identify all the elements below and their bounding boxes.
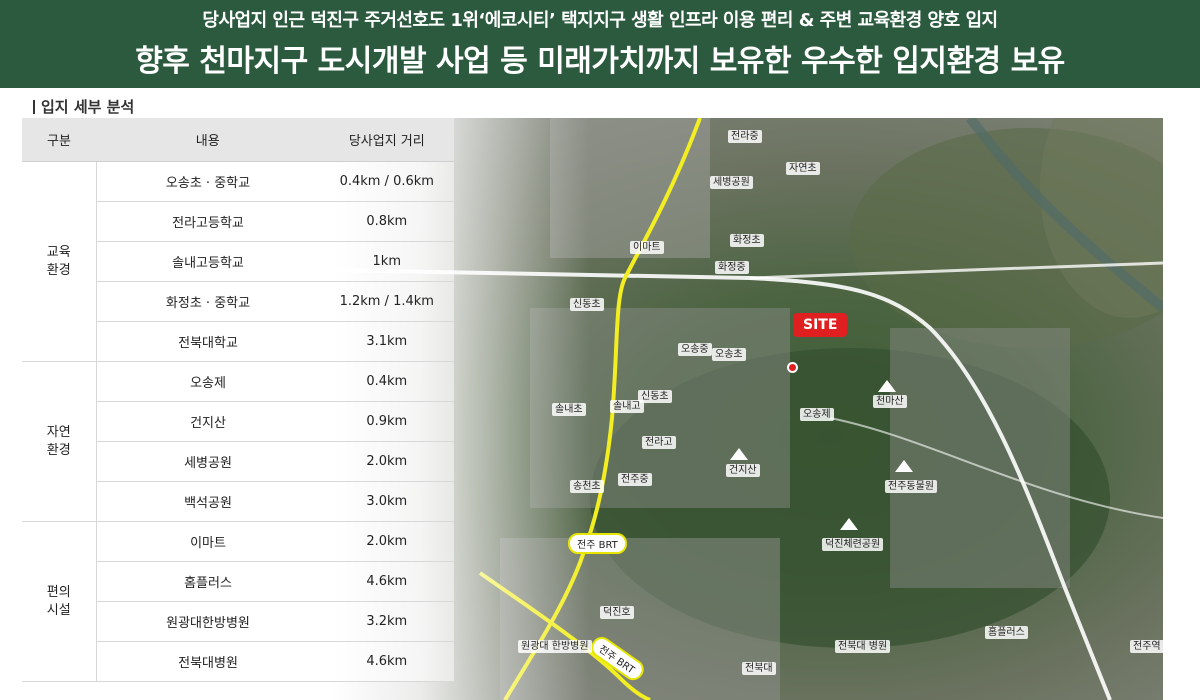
distance-cell: 4.6km (319, 561, 454, 602)
mountain-icon (895, 460, 913, 472)
map-label: 화정중 (715, 261, 749, 274)
map-label: 전북대 (742, 662, 776, 675)
map-label: 전주동물원 (885, 480, 937, 493)
content-cell: 원광대한방병원 (96, 601, 320, 642)
map-label: 전라중 (728, 130, 762, 143)
category-text: 자연 (46, 424, 71, 440)
header-content: 내용 (96, 118, 320, 162)
content-cell: 오송제 (96, 361, 320, 402)
table-row: 편의시설 이마트 2.0km (22, 521, 454, 682)
map-label: 이마트 (630, 241, 664, 254)
map-label: 전주중 (618, 473, 652, 486)
content-cell: 전북대학교 (96, 321, 320, 362)
content-cell: 홈플러스 (96, 561, 320, 602)
map-label: 오송중 (678, 343, 712, 356)
distance-cell: 1km (319, 241, 454, 282)
header-title: 향후 천마지구 도시개발 사업 등 미래가치까지 보유한 우수한 입지환경 보유 (135, 44, 1065, 79)
map-label: 덕진호 (600, 606, 634, 619)
distance-cell: 1.2km / 1.4km (319, 281, 454, 322)
brt-label: 전주 BRT (568, 533, 627, 554)
site-dot-icon (787, 362, 798, 373)
category-cell: 교육환경 (22, 161, 97, 362)
table-row: 자연환경 오송제 0.4km (22, 361, 454, 522)
map-label: 전라고 (642, 436, 676, 449)
map-label: 홈플러스 (985, 626, 1028, 639)
header-subtitle: 당사업지 인근 덕진구 주거선호도 1위‘에코시티’ 택지지구 생활 인프라 이… (202, 10, 998, 31)
map-label: 송천초 (570, 480, 604, 493)
section-title-text: 입지 세부 분석 (41, 98, 135, 116)
distance-cell: 4.6km (319, 641, 454, 682)
distance-cell: 3.1km (319, 321, 454, 362)
map-label: 오송제 (800, 408, 834, 421)
category-cell: 편의시설 (22, 521, 97, 682)
distance-cell: 2.0km (319, 521, 454, 562)
map-label: 세병공원 (710, 176, 753, 189)
distance-cell: 0.4km (319, 361, 454, 402)
map-label: 자연초 (786, 162, 820, 175)
mountain-icon (840, 518, 858, 530)
map-label: 솔내초 (552, 403, 586, 416)
content-cell: 화정초 · 중학교 (96, 281, 320, 322)
table-row: 교육환경 오송초 · 중학교 0.4km / 0.6km (22, 161, 454, 362)
site-marker: SITE (793, 313, 848, 337)
map-label: 오송초 (712, 348, 746, 361)
distance-cell: 0.4km / 0.6km (319, 161, 454, 202)
satellite-map: SITE 전주 BRT 전주 BRT 세병공원 화정초 화정중 이마트 자연초 … (330, 118, 1163, 700)
map-label: 천마산 (873, 395, 907, 408)
category-text: 시설 (46, 602, 71, 618)
header-distance: 당사업지 거리 (319, 118, 454, 162)
map-label: 신동초 (570, 298, 604, 311)
distance-cell: 2.0km (319, 441, 454, 482)
map-label: 전북대 병원 (835, 640, 891, 653)
map-label: 솔내고 (610, 400, 644, 413)
distance-cell: 3.0km (319, 481, 454, 522)
category-text: 환경 (46, 262, 71, 278)
map-label: 화정초 (730, 234, 764, 247)
table-header-row: 구분 내용 당사업지 거리 (22, 118, 454, 162)
content-cell: 전라고등학교 (96, 201, 320, 242)
mountain-icon (878, 380, 896, 392)
location-table: 구분 내용 당사업지 거리 교육환경 오송초 · 중학교 0.4km / 0.6… (22, 118, 454, 682)
header-banner: 당사업지 인근 덕진구 주거선호도 1위‘에코시티’ 택지지구 생활 인프라 이… (0, 0, 1200, 88)
map-label: 건지산 (726, 464, 760, 477)
title-bar-icon (33, 100, 35, 114)
category-text: 환경 (46, 442, 71, 458)
category-text: 편의 (46, 584, 71, 600)
map-label: 원광대 한방병원 (518, 640, 592, 653)
header-category: 구분 (22, 118, 96, 162)
content-cell: 세병공원 (96, 441, 320, 482)
content-cell: 오송초 · 중학교 (96, 161, 320, 202)
map-label: 덕진체련공원 (822, 538, 884, 551)
content-cell: 백석공원 (96, 481, 320, 522)
content-cell: 솔내고등학교 (96, 241, 320, 282)
content-cell: 전북대병원 (96, 641, 320, 682)
mountain-icon (730, 448, 748, 460)
map-label: 전주역 (1130, 640, 1163, 653)
distance-cell: 0.9km (319, 401, 454, 442)
category-text: 교육 (46, 244, 71, 260)
distance-cell: 0.8km (319, 201, 454, 242)
category-cell: 자연환경 (22, 361, 97, 522)
section-title: 입지 세부 분석 (33, 96, 134, 117)
content-cell: 건지산 (96, 401, 320, 442)
distance-cell: 3.2km (319, 601, 454, 642)
content-cell: 이마트 (96, 521, 320, 562)
